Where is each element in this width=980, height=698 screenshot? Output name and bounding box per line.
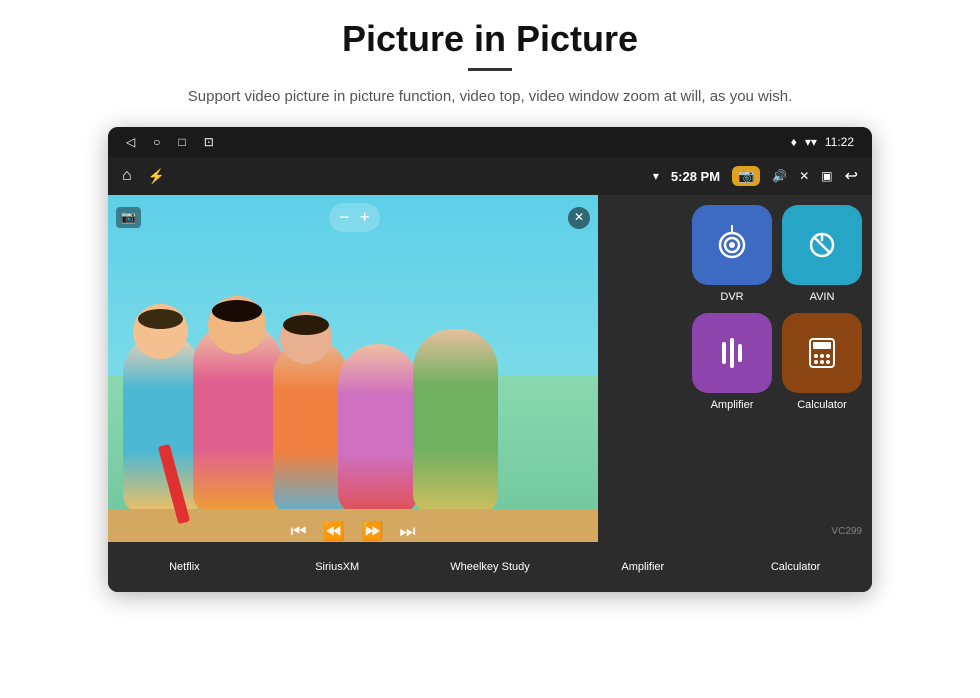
device-frame: ◁ ○ □ ⊡ ♦ ▾▾ 11:22 ⌂ ⚡ ▾ 5:28 PM 📷 🔊 [108,127,872,592]
app-item-calculator[interactable]: Calculator [782,313,862,411]
recents-nav-icon[interactable]: □ [178,135,185,149]
bottom-app-row: Netflix SiriusXM Wheelkey Study Amplifie… [108,542,872,592]
rewind-btn[interactable]: ⏪ [323,521,345,542]
location-icon: ♦ [791,135,797,149]
wifi-icon: ▾▾ [805,135,817,149]
status-left: ◁ ○ □ ⊡ [126,135,214,149]
status-right: ♦ ▾▾ 11:22 [791,135,854,149]
calculator-label: Calculator [797,399,847,411]
camera-nav-icon[interactable]: 📷 [732,166,760,186]
nav-right: ▾ 5:28 PM 📷 🔊 ✕ ▣ ↩ [653,166,858,186]
usb-icon: ⚡ [148,168,165,185]
app-label-netflix[interactable]: Netflix [108,542,261,592]
app-label-siriusxm[interactable]: SiriusXM [261,542,414,592]
pip-close-btn[interactable]: ✕ [568,207,590,229]
pip-overlay[interactable]: 📷 − + ✕ ⏮ ⏪ ⏩ ⏭ [108,195,598,554]
pip-playback: ⏮ ⏪ ⏩ ⏭ [108,521,598,542]
home-nav-icon[interactable]: ○ [153,135,160,149]
page-title: Picture in Picture [342,18,638,60]
watermark: VC299 [831,526,862,537]
pip-controls: 📷 − + ✕ [116,203,590,232]
status-time: 11:22 [825,135,854,149]
pip-video-scene [108,195,598,554]
pip-minus-btn[interactable]: − [339,207,349,228]
nav-left: ⌂ ⚡ [122,167,165,185]
menu-nav-icon[interactable]: ⊡ [204,135,214,149]
back-nav-btn[interactable]: ↩ [845,166,858,186]
right-apps-row-2: Amplifier [608,313,862,411]
nav-bar: ⌂ ⚡ ▾ 5:28 PM 📷 🔊 ✕ ▣ ↩ [108,157,872,195]
page-subtitle: Support video picture in picture functio… [188,85,792,109]
app-label-amplifier[interactable]: Amplifier [566,542,719,592]
pip-cam-icon: 📷 [116,207,141,228]
page-wrapper: Picture in Picture Support video picture… [0,0,980,592]
status-bar: ◁ ○ □ ⊡ ♦ ▾▾ 11:22 [108,127,872,157]
home-icon[interactable]: ⌂ [122,167,132,185]
calculator-svg [803,334,841,372]
forward-btn[interactable]: ⏩ [361,521,383,542]
prev-btn[interactable]: ⏮ [290,521,306,542]
next-btn[interactable]: ⏭ [399,521,415,542]
pip-size-controls: − + [329,203,380,232]
app-label-calculator[interactable]: Calculator [719,542,872,592]
amplifier-icon [692,313,772,393]
pip-plus-btn[interactable]: + [359,207,369,228]
volume-nav-icon[interactable]: 🔊 [772,169,787,183]
calculator-icon [782,313,862,393]
amplifier-label: Amplifier [711,399,754,411]
back-nav-icon[interactable]: ◁ [126,135,135,149]
main-content: 📷 − + ✕ ⏮ ⏪ ⏩ ⏭ [108,195,872,592]
close-nav-icon[interactable]: ✕ [799,169,809,183]
app-label-wheelkey[interactable]: Wheelkey Study [414,542,567,592]
nav-time: 5:28 PM [671,169,720,184]
amplifier-svg [713,334,751,372]
pip-nav-icon[interactable]: ▣ [821,169,832,183]
app-item-amplifier[interactable]: Amplifier [692,313,772,411]
wifi-nav-icon: ▾ [653,169,659,183]
title-divider [468,68,512,71]
